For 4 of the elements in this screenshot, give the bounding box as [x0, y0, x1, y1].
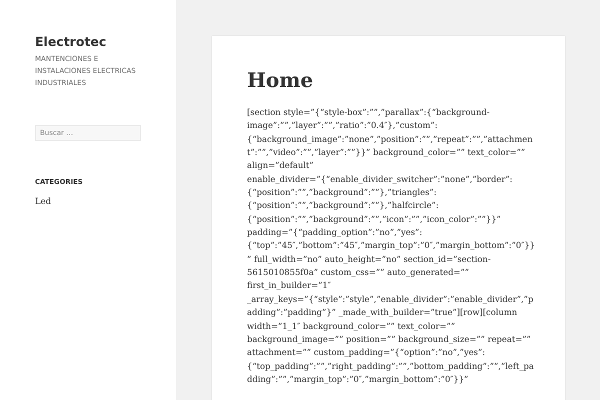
post-body: [section style=”{“style-box”:””,”parallax”:{“background- image”:””,”layer”:””,”ratio”:”0.4″},”custom”: {“background_image”:”none”,”position”:””,”repeat”:””,”attachmen t”:””,”video”:””,”layer”:””}}” background_color=”” text_color=”” align=”default” enable_divider=”{“enable_divider_switcher”:”none”,”border”: {“position”:””,”background”:””},”triangles”: {“position”:””,”background”:””},”halfcircle”: {“position”:””,”background”:””,”icon”:””,”icon_color”:””}}” padding=”{“padding_option”:”no”,”yes”: {“top”:”45″,”bottom”:”45″,”margin_top”:”0″,”margin_bottom”:”0″}} ” full_width=”no” auto_height=”no” section_id=”section- 5615010855f0a” custom_css=”” auto_generated=”” first_in_builder=”1″ _array_keys=”{“style”:”style”,”enable_divider”:”enable_divider”,”p adding”:”padding”}” _made_with_builder=”true”][row][column width=”1_1″ background_color=”” text_color=”” background_image=”” position=”” background_size=”” repeat=”” attachment=”” custom_padding=”{“option”:”no”,”yes”: {“top_padding”:””,”right_padding”:””,”bottom_padding”:””,”left_pa dding”:””,”margin_top”:”0″,”margin_bottom”:”0″}}” — [247, 106, 536, 386]
site-title[interactable]: Electrotec — [35, 34, 106, 49]
post-title: Home — [247, 68, 314, 92]
category-link[interactable]: Led — [35, 197, 52, 207]
